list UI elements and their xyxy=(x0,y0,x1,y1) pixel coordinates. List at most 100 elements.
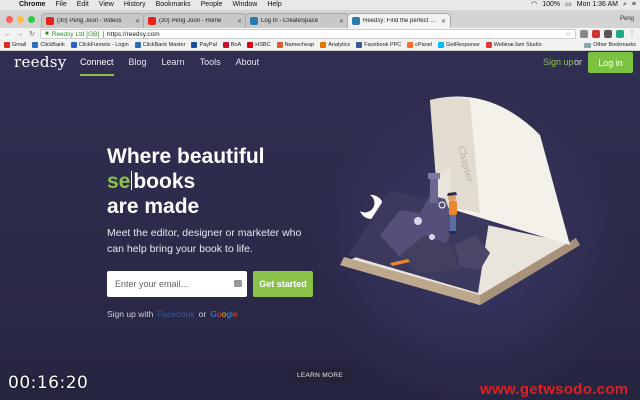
search-icon[interactable]: ⌕ xyxy=(623,0,627,10)
tab-title: Log In - CreateSpace xyxy=(261,18,319,24)
browser-tabbar: (30) Peng Joon - Videos ✕ (30) Peng Joon… xyxy=(0,10,640,28)
bookmark-item[interactable]: ClickFunnels - Login xyxy=(70,42,129,48)
bookmark-item[interactable]: Namecheap xyxy=(276,42,315,48)
signup-link[interactable]: Sign up xyxy=(543,57,574,67)
browser-tab[interactable]: (30) Peng Joon - Home ✕ xyxy=(143,13,247,28)
menu-help[interactable]: Help xyxy=(262,0,286,10)
bookmark-item[interactable]: Analytics xyxy=(320,42,350,48)
bookmark-favicon-icon xyxy=(247,42,254,48)
hero-title: Where beautiful se books are made xyxy=(107,144,265,219)
bookmark-label: Namecheap xyxy=(284,42,315,48)
login-button[interactable]: Log in xyxy=(588,52,633,73)
chrome-menu-icon[interactable]: ⋮ xyxy=(628,30,636,38)
contact-card-icon xyxy=(234,280,242,287)
nav-about[interactable]: About xyxy=(236,57,260,73)
bookmark-label: HSBC xyxy=(255,42,271,48)
close-tab-icon[interactable]: ✕ xyxy=(237,18,242,25)
extension-icon[interactable] xyxy=(592,30,600,38)
close-tab-icon[interactable]: ✕ xyxy=(441,18,446,25)
extension-icon[interactable] xyxy=(616,30,624,38)
bookmark-item[interactable]: Facebook PPC xyxy=(356,42,401,48)
learn-more-button[interactable]: LEARN MORE xyxy=(286,367,354,383)
menu-window[interactable]: Window xyxy=(227,0,262,10)
extension-icon[interactable] xyxy=(580,30,588,38)
creature-icon xyxy=(414,217,422,225)
hero-line-1: Where beautiful xyxy=(107,145,265,168)
menubar-clock[interactable]: Mon 1:36 AM xyxy=(577,0,618,10)
createspace-favicon-icon xyxy=(250,17,258,25)
hero-typed-text: se xyxy=(107,170,131,193)
bookmark-label: ClickBank xyxy=(40,42,65,48)
battery-percent[interactable]: 100% xyxy=(542,0,560,10)
tab-title: Reedsy: Find the perfect edito xyxy=(363,18,438,24)
back-icon[interactable]: ← xyxy=(4,31,12,38)
profile-button[interactable]: Peng xyxy=(620,16,640,22)
hero-line-2: se books xyxy=(107,169,265,194)
forward-icon[interactable]: → xyxy=(16,31,24,38)
bookmark-label: Gmail xyxy=(12,42,27,48)
bookmark-item[interactable]: HSBC xyxy=(247,42,271,48)
menu-edit[interactable]: Edit xyxy=(72,0,94,10)
battery-icon[interactable]: ▭ xyxy=(565,0,572,10)
bookmark-favicon-icon xyxy=(485,42,492,48)
menu-view[interactable]: View xyxy=(94,0,119,10)
zoom-window-button[interactable] xyxy=(28,15,35,23)
email-field[interactable] xyxy=(107,271,247,297)
menu-people[interactable]: People xyxy=(196,0,228,10)
bookmark-favicon-icon xyxy=(320,42,327,48)
bookmark-label: Analytics xyxy=(328,42,351,48)
minimize-window-button[interactable] xyxy=(17,15,24,23)
browser-tab[interactable]: Log In - CreateSpace ✕ xyxy=(245,13,349,28)
bookmark-item[interactable]: BoA xyxy=(222,42,242,48)
menu-app-name[interactable]: Chrome xyxy=(14,0,50,10)
nav-tools[interactable]: Tools xyxy=(200,57,221,73)
other-bookmarks-label: Other Bookmarks xyxy=(593,42,636,48)
close-window-button[interactable] xyxy=(6,15,13,23)
google-signup-link[interactable]: Google xyxy=(210,309,237,319)
wifi-icon[interactable]: ◠ xyxy=(531,0,537,10)
bookmark-label: ClickBank Master xyxy=(142,42,186,48)
bookmark-item[interactable]: ClickBank xyxy=(32,42,65,48)
signup-with-label: Sign up with xyxy=(107,309,154,319)
reedsy-logo[interactable]: reedsy xyxy=(14,53,67,71)
browser-tab[interactable]: (30) Peng Joon - Videos ✕ xyxy=(41,13,145,28)
mac-menubar: Chrome File Edit View History Bookmarks … xyxy=(0,0,640,10)
bookmark-item[interactable]: ClickBank Master xyxy=(134,42,186,48)
or-text: or xyxy=(574,57,583,67)
browser-tab-active[interactable]: Reedsy: Find the perfect edito ✕ xyxy=(347,13,451,28)
facebook-signup-link[interactable]: Facebook xyxy=(157,309,194,319)
bookmark-favicon-icon xyxy=(191,42,198,48)
bookmark-item[interactable]: PayPal xyxy=(191,42,217,48)
bookmark-favicon-icon xyxy=(70,42,77,48)
menu-file[interactable]: File xyxy=(50,0,71,10)
address-bar[interactable]: ■ Reedsy Ltd [GB] | https://reedsy.com ☆ xyxy=(40,29,576,39)
bookmark-label: ClickFunnels - Login xyxy=(78,42,129,48)
bookmark-item[interactable]: cPanel xyxy=(407,42,432,48)
bookmark-label: WebinarJam Studio xyxy=(493,42,542,48)
extension-icon[interactable] xyxy=(604,30,612,38)
bookmark-label: BoA xyxy=(230,42,242,48)
bookmark-label: PayPal xyxy=(199,42,217,48)
close-tab-icon[interactable]: ✕ xyxy=(339,18,344,25)
nav-learn[interactable]: Learn xyxy=(162,57,185,73)
nav-blog[interactable]: Blog xyxy=(129,57,147,73)
reedsy-page: reedsy Connect Blog Learn Tools About Si… xyxy=(0,51,640,400)
bookmark-item[interactable]: GetResponse xyxy=(438,42,480,48)
youtube-favicon-icon xyxy=(148,17,156,25)
close-tab-icon[interactable]: ✕ xyxy=(135,18,140,25)
bookmark-star-icon[interactable]: ☆ xyxy=(565,30,571,38)
other-bookmarks-folder[interactable]: Other Bookmarks xyxy=(584,42,636,48)
url-text: https://reedsy.com xyxy=(107,30,160,38)
site-header: reedsy Connect Blog Learn Tools About Si… xyxy=(0,51,640,76)
reload-icon[interactable]: ↻ xyxy=(28,30,36,38)
bookmark-label: Facebook PPC xyxy=(364,42,402,48)
get-started-button[interactable]: Get started xyxy=(253,271,313,297)
bookmark-item[interactable]: Gmail xyxy=(4,42,26,48)
bookmark-favicon-icon xyxy=(438,42,445,48)
menu-history[interactable]: History xyxy=(119,0,151,10)
menu-list-icon[interactable]: ≡ xyxy=(632,0,636,10)
menu-bookmarks[interactable]: Bookmarks xyxy=(151,0,196,10)
nav-connect[interactable]: Connect xyxy=(80,57,114,76)
bookmark-item[interactable]: WebinarJam Studio xyxy=(485,42,542,48)
watermark-text: www.getwsodo.com xyxy=(480,381,629,398)
